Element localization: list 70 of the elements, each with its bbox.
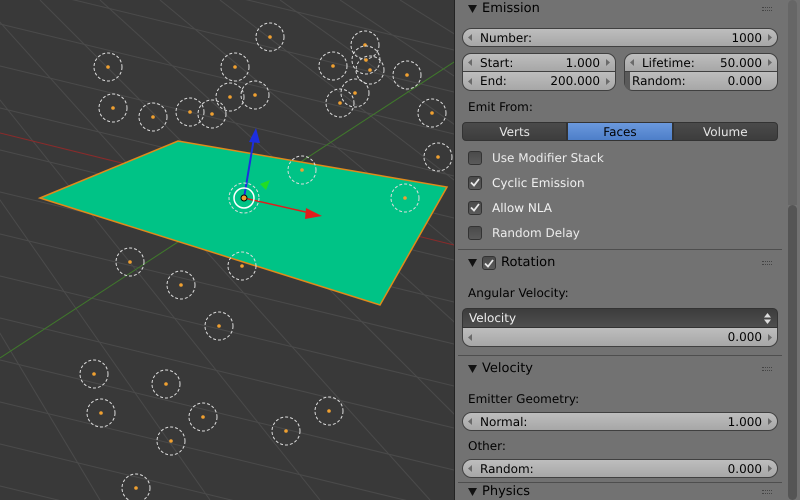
number-field[interactable]: Normal: 1.000 xyxy=(462,412,778,431)
option-tab[interactable]: Faces xyxy=(567,122,673,141)
number-field[interactable]: Start: 1.000 xyxy=(462,53,616,72)
right-arrow-icon[interactable] xyxy=(768,465,772,472)
up-down-arrow-icon xyxy=(764,312,771,324)
right-arrow-icon[interactable] xyxy=(768,334,772,340)
field-value: 1000 xyxy=(731,30,762,46)
checkbox-label: Random Delay xyxy=(492,224,580,242)
field-value: 1.000 xyxy=(566,54,600,72)
left-arrow-icon[interactable] xyxy=(468,59,472,66)
disclosure-triangle-icon[interactable] xyxy=(468,259,477,267)
checkbox[interactable] xyxy=(468,150,482,164)
field-label: Random: xyxy=(480,460,534,478)
plane-mesh[interactable] xyxy=(38,140,448,306)
left-arrow-icon[interactable] xyxy=(468,418,472,425)
field-value: 0.000 xyxy=(728,329,762,346)
dropdown[interactable]: Velocity xyxy=(462,308,778,328)
section-label: Emitter Geometry: xyxy=(467,391,580,407)
section-label: Angular Velocity: xyxy=(467,285,570,301)
checkbox-label: Cyclic Emission xyxy=(492,174,585,192)
option-tab[interactable]: Verts xyxy=(462,122,568,141)
field-value: 0.000 xyxy=(728,460,762,478)
field-label: Normal: xyxy=(480,414,528,430)
checkbox-label: Allow NLA xyxy=(492,200,552,216)
left-arrow-icon[interactable] xyxy=(468,334,472,340)
checkbox[interactable] xyxy=(468,226,482,240)
option-tab[interactable]: Volume xyxy=(672,122,778,141)
checkbox-label: Use Modifier Stack xyxy=(492,150,604,166)
drag-handle-icon[interactable] xyxy=(762,6,772,10)
right-arrow-icon[interactable] xyxy=(768,418,772,425)
checkbox[interactable] xyxy=(468,200,482,214)
field-label: Number: xyxy=(480,30,532,46)
number-field[interactable]: Number: 1000 xyxy=(462,28,778,47)
field-value: 50.000 xyxy=(720,54,762,72)
scrollbar-thumb[interactable] xyxy=(788,205,797,500)
left-arrow-icon[interactable] xyxy=(630,59,634,66)
panel-title[interactable]: Rotation xyxy=(501,253,556,273)
number-field[interactable]: Lifetime: 50.000 xyxy=(624,53,778,72)
field-value: 200.000 xyxy=(550,73,600,90)
disclosure-triangle-icon[interactable] xyxy=(468,365,477,373)
panel-title[interactable]: Emission xyxy=(482,0,540,18)
panel-title[interactable]: Physics xyxy=(482,482,530,500)
right-arrow-icon[interactable] xyxy=(606,59,610,66)
right-arrow-icon[interactable] xyxy=(768,34,772,41)
panel-title[interactable]: Velocity xyxy=(482,359,533,379)
disclosure-triangle-icon[interactable] xyxy=(468,4,477,12)
right-arrow-icon[interactable] xyxy=(606,78,610,84)
left-arrow-icon[interactable] xyxy=(468,78,472,84)
number-field[interactable]: End: 200.000 xyxy=(462,72,616,91)
left-arrow-icon[interactable] xyxy=(468,465,472,472)
drag-handle-icon[interactable] xyxy=(762,490,772,494)
disclosure-triangle-icon[interactable] xyxy=(468,488,477,496)
right-arrow-icon[interactable] xyxy=(768,59,772,66)
section-label: Emit From: xyxy=(467,99,534,115)
drag-handle-icon[interactable] xyxy=(762,367,772,371)
field-label: Lifetime: xyxy=(642,54,695,72)
field-label: Start: xyxy=(480,54,514,72)
field-label: End: xyxy=(480,73,507,90)
transform-gizmo-drawing[interactable] xyxy=(228,128,322,219)
field-value: 1.000 xyxy=(728,414,762,430)
checkbox[interactable] xyxy=(482,256,496,270)
left-arrow-icon[interactable] xyxy=(468,34,472,41)
number-field[interactable]: Random: 0.000 xyxy=(462,459,778,478)
field-label: Random: xyxy=(632,73,686,90)
section-label: Other: xyxy=(467,438,507,454)
checkbox[interactable] xyxy=(468,176,482,190)
drag-handle-icon[interactable] xyxy=(762,261,772,265)
number-field[interactable]: 0.000 xyxy=(462,328,778,347)
number-field[interactable]: Random: 0.000 xyxy=(624,72,778,91)
field-value: 0.000 xyxy=(728,73,762,90)
